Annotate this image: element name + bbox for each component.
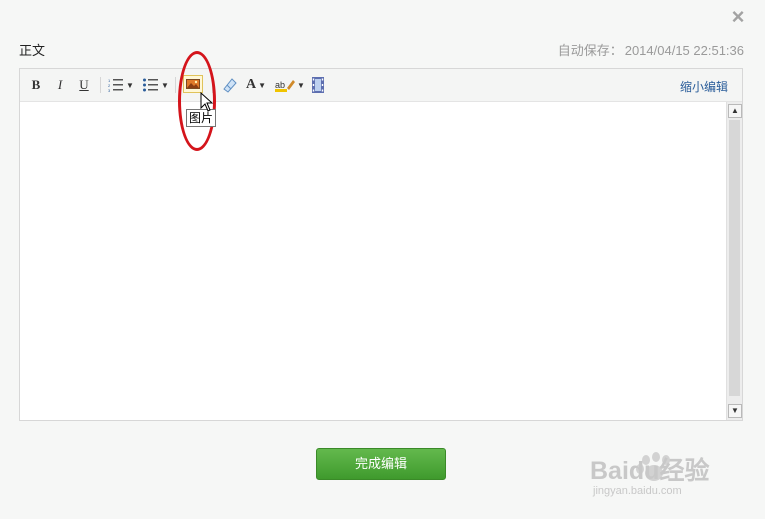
bold-button[interactable]: B [28, 75, 44, 95]
toolbar-divider [100, 77, 101, 93]
rich-text-editor: B I U 1 2 3 ▼ ▼ A ▼ ab ▼ 缩小编辑 ▲ ▼ [19, 68, 743, 421]
close-icon[interactable]: × [728, 6, 748, 28]
watermark-url: jingyan.baidu.com [593, 485, 682, 497]
ordered-list-button[interactable]: 1 2 3 ▼ [108, 75, 134, 95]
editor-content-area[interactable] [20, 102, 726, 420]
autosave-time: 2014/04/15 22:51:36 [624, 43, 744, 58]
autosave-status: 自动保存： 2014/04/15 22:51:36 [556, 40, 744, 59]
scroll-up-icon[interactable]: ▲ [728, 104, 742, 118]
shrink-editor-link[interactable]: 缩小编辑 [680, 78, 728, 95]
finish-editing-button[interactable]: 完成编辑 [316, 448, 446, 480]
vertical-scrollbar[interactable]: ▲ ▼ [726, 102, 742, 420]
font-color-label: A [245, 77, 257, 92]
ordered-list-icon: 1 2 3 [108, 78, 124, 92]
toolbar-divider [175, 77, 176, 93]
chevron-down-icon: ▼ [126, 80, 134, 90]
svg-text:3: 3 [108, 88, 111, 92]
editor-title: 正文 [19, 43, 46, 58]
scroll-down-icon[interactable]: ▼ [728, 404, 742, 418]
watermark-brand: Baidu经验 [590, 457, 710, 485]
scrollbar-thumb[interactable] [729, 120, 740, 396]
eraser-icon [223, 78, 237, 93]
clear-format-button[interactable] [220, 75, 238, 95]
autosave-label: 自动保存： [557, 43, 623, 58]
chevron-down-icon: ▼ [258, 80, 267, 90]
film-icon [312, 77, 324, 93]
underline-button[interactable]: U [76, 75, 92, 95]
chevron-down-icon: ▼ [161, 80, 169, 90]
highlight-label: ab [275, 80, 285, 90]
unordered-list-button[interactable]: ▼ [143, 75, 169, 95]
italic-button[interactable]: I [52, 75, 68, 95]
insert-video-button[interactable] [311, 75, 325, 95]
highlight-button[interactable]: ab ▼ [275, 75, 305, 95]
font-color-button[interactable]: A ▼ [243, 75, 269, 95]
highlighter-icon: ab [275, 80, 296, 92]
mouse-pointer-icon [200, 92, 214, 112]
editor-toolbar: B I U 1 2 3 ▼ ▼ A ▼ ab ▼ 缩小编辑 [20, 69, 742, 102]
bullet-list-icon [143, 78, 159, 92]
chevron-down-icon: ▼ [297, 80, 305, 90]
